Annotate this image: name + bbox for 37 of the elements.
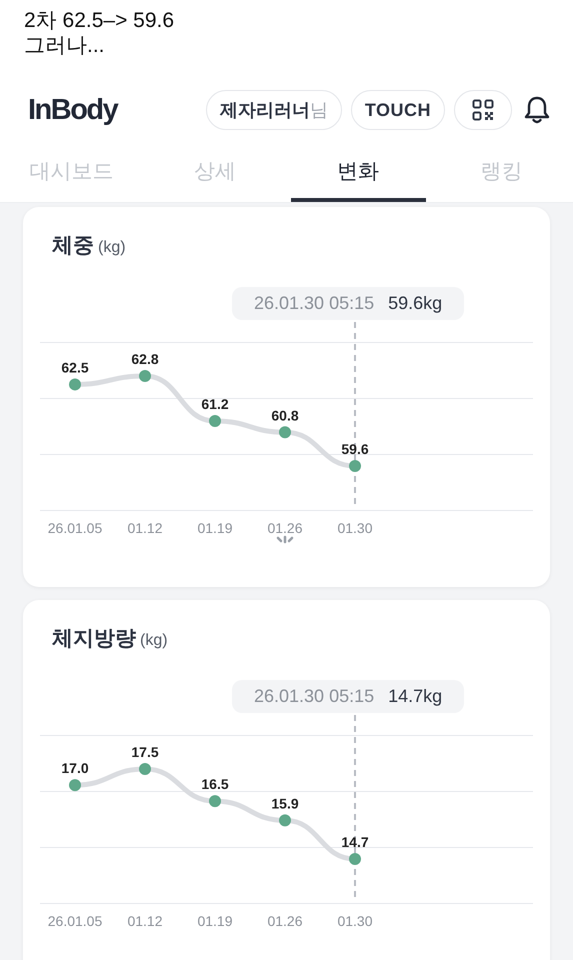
data-label: 16.5 <box>201 776 229 792</box>
x-axis-label: 01.30 <box>337 913 373 929</box>
qr-code-button[interactable] <box>454 90 512 130</box>
x-axis-label: 26.01.05 <box>48 913 102 929</box>
caption-text: 2차 62.5–> 59.6 <box>24 8 176 33</box>
data-label: 17.0 <box>61 760 89 776</box>
touch-button[interactable]: TOUCH <box>350 90 445 130</box>
loading-spinner-icon <box>276 536 294 544</box>
chart-title: 체지방량 <box>52 626 136 652</box>
tooltip-value: 59.6kg <box>388 293 442 314</box>
user-button[interactable]: 제자리러너 님 <box>206 90 342 130</box>
data-label: 14.7 <box>341 834 369 850</box>
caption-text: 그러나... <box>24 33 106 58</box>
x-axis-label: 01.19 <box>197 913 233 929</box>
data-label: 17.5 <box>131 744 159 760</box>
tooltip-time: 26.01.30 05:15 <box>254 293 374 314</box>
data-label: 15.9 <box>271 795 299 812</box>
x-axis-label: 01.26 <box>267 520 303 536</box>
qr-code-icon <box>472 99 494 121</box>
data-label: 60.8 <box>271 407 299 424</box>
tooltip-value: 14.7kg <box>388 686 442 707</box>
data-label: 59.6 <box>341 441 369 457</box>
x-axis-label: 01.12 <box>127 913 163 929</box>
tooltip-time: 26.01.30 05:15 <box>254 686 374 707</box>
chart-title: 체중 <box>52 233 94 259</box>
x-axis-label: 01.26 <box>267 913 303 929</box>
notification-bell-icon[interactable] <box>523 95 551 125</box>
data-label: 62.5 <box>61 359 89 376</box>
data-label: 61.2 <box>201 396 229 412</box>
unit-label: (kg) <box>140 632 168 650</box>
logo: InBody <box>28 94 118 126</box>
x-axis-label: 01.19 <box>197 520 233 536</box>
unit-label: (kg) <box>98 239 126 257</box>
data-label: 62.8 <box>131 351 159 367</box>
x-axis-label: 26.01.05 <box>48 520 102 536</box>
x-axis-label: 01.12 <box>127 520 163 536</box>
x-axis-label: 01.30 <box>337 520 373 536</box>
